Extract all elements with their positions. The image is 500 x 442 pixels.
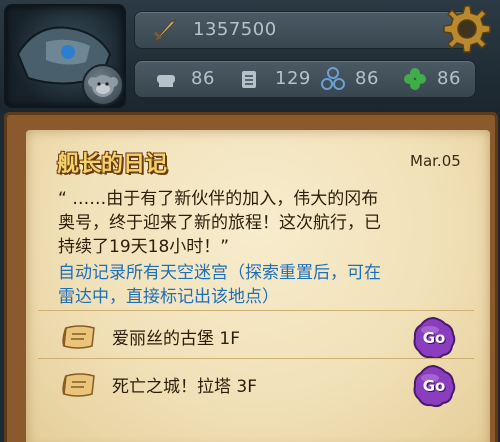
propeller-icon: [321, 67, 345, 90]
book-icon: [242, 71, 256, 88]
divider: [38, 358, 474, 359]
propeller-stat-value: 86: [355, 68, 379, 89]
cannon-stat-value: 86: [191, 68, 215, 89]
location-label: 死亡之城！拉塔 3F: [112, 377, 257, 397]
divider: [38, 310, 474, 311]
top-hud: 1357500 86 129 86 86: [0, 0, 500, 112]
gold-value: 1357500: [193, 19, 277, 40]
go-button-label: Go: [422, 377, 446, 395]
book-stat-value: 129: [275, 68, 311, 89]
monkey-avatar-icon[interactable]: [82, 64, 124, 106]
diary-title: 舰长的日记: [57, 152, 168, 177]
location-label: 爱丽丝的古堡 1F: [112, 329, 240, 349]
map-scroll-icon: [62, 373, 95, 397]
location-row: 爱丽丝的古堡 1F Go: [38, 310, 474, 364]
map-scroll-icon: [62, 325, 95, 349]
clover-stat-value: 86: [437, 68, 461, 89]
go-button[interactable]: Go: [412, 316, 456, 360]
stats-bar: 86 129 86 86: [134, 60, 476, 98]
diary-date: Mar.05: [410, 152, 461, 170]
location-row: 死亡之城！拉塔 3F Go: [38, 358, 474, 412]
diary-text-line: 奥号，终于迎来了新的旅程！这次航行，已: [58, 213, 381, 233]
hint-text-line: 雷达中，直接标记出该地点）: [58, 287, 279, 307]
diary-text-line: “ ……由于有了新伙伴的加入，伟大的冈布: [58, 189, 379, 209]
hint-text-line: 自动记录所有天空迷宫（探索重置后，可在: [58, 263, 381, 283]
gold-bar: 1357500: [134, 11, 474, 49]
clover-icon: [404, 68, 426, 90]
go-button[interactable]: Go: [412, 364, 456, 408]
sword-icon: [153, 18, 177, 41]
cannon-icon: [157, 75, 175, 87]
go-button-label: Go: [422, 329, 446, 347]
diary-text-line: 持续了19天18小时！”: [58, 237, 230, 257]
settings-gear-icon[interactable]: [436, 2, 494, 60]
